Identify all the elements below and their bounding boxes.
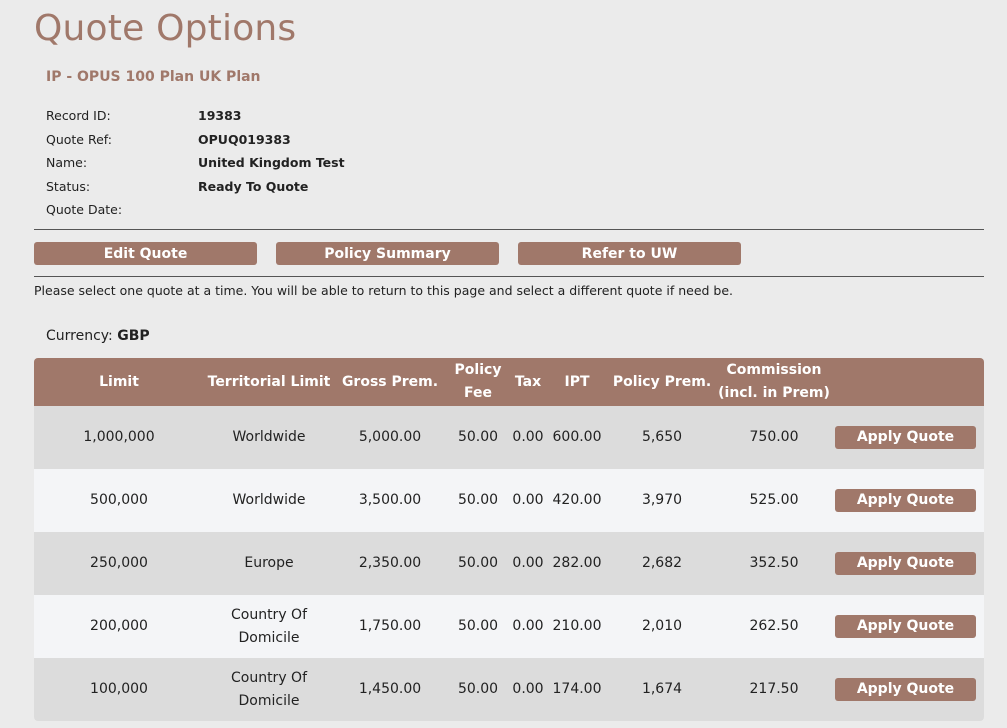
cell-gross-prem: 1,750.00 [358, 618, 422, 634]
cell-commission: 750.00 [749, 429, 799, 445]
cell-action: Apply Quote [832, 426, 984, 449]
instructions-text: Please select one quote at a time. You w… [34, 283, 734, 298]
cell-policy-prem: 2,010 [641, 618, 683, 634]
page-title: Quote Options [34, 8, 297, 49]
apply-quote-button[interactable]: Apply Quote [835, 552, 976, 575]
detail-row-quote-date: Quote Date: [46, 198, 345, 222]
detail-label: Quote Ref: [46, 131, 112, 147]
table-row: 100,000 Country Of Domicile 1,450.00 50.… [34, 658, 984, 721]
cell-gross-prem: 1,450.00 [358, 681, 422, 697]
quote-details: Record ID: 19383 Quote Ref: OPUQ019383 N… [46, 104, 345, 222]
cell-policy-fee: 50.00 [457, 681, 499, 697]
cell-tax: 0.00 [512, 555, 544, 571]
divider [34, 229, 984, 230]
detail-row-name: Name: United Kingdom Test [46, 151, 345, 175]
cell-gross-prem: 3,500.00 [358, 492, 422, 508]
cell-tax: 0.00 [512, 681, 544, 697]
cell-ipt: 420.00 [552, 492, 602, 508]
table-row: 200,000 Country Of Domicile 1,750.00 50.… [34, 595, 984, 658]
cell-policy-fee: 50.00 [457, 492, 499, 508]
cell-commission: 217.50 [749, 681, 799, 697]
cell-ipt: 174.00 [552, 681, 602, 697]
table-row: 1,000,000 Worldwide 5,000.00 50.00 0.00 … [34, 406, 984, 469]
cell-ipt: 210.00 [552, 618, 602, 634]
header-limit: Limit [99, 373, 139, 390]
cell-territorial-limit: Country Of Domicile [230, 669, 307, 709]
currency-value: GBP [117, 328, 150, 344]
cell-ipt: 600.00 [552, 429, 602, 445]
currency-label: Currency: [46, 328, 113, 344]
edit-quote-button[interactable]: Edit Quote [34, 242, 257, 265]
detail-row-quote-ref: Quote Ref: OPUQ019383 [46, 128, 345, 152]
cell-limit: 500,000 [90, 492, 148, 508]
cell-territorial-limit: Worldwide [232, 429, 306, 445]
refer-to-uw-button[interactable]: Refer to UW [518, 242, 741, 265]
cell-commission: 525.00 [749, 492, 799, 508]
detail-row-status: Status: Ready To Quote [46, 175, 345, 199]
plan-subtitle: IP - OPUS 100 Plan UK Plan [46, 69, 261, 85]
detail-value: OPUQ019383 [198, 131, 291, 147]
cell-tax: 0.00 [512, 492, 544, 508]
cell-action: Apply Quote [832, 678, 984, 701]
detail-value: Ready To Quote [198, 178, 309, 194]
cell-policy-fee: 50.00 [457, 555, 499, 571]
cell-territorial-limit: Worldwide [232, 492, 306, 508]
header-gross-prem: Gross Prem. [341, 373, 439, 390]
cell-policy-prem: 2,682 [641, 555, 683, 571]
cell-limit: 200,000 [90, 618, 148, 634]
apply-quote-button[interactable]: Apply Quote [835, 426, 976, 449]
cell-limit: 250,000 [90, 555, 148, 571]
header-tax: Tax [514, 373, 542, 390]
detail-row-record-id: Record ID: 19383 [46, 104, 345, 128]
cell-territorial-limit: Country Of Domicile [230, 606, 307, 646]
detail-label: Status: [46, 178, 91, 194]
cell-limit: 1,000,000 [83, 429, 155, 445]
detail-value: 19383 [198, 108, 242, 124]
cell-policy-fee: 50.00 [457, 618, 499, 634]
cell-tax: 0.00 [512, 618, 544, 634]
cell-ipt: 282.00 [552, 555, 602, 571]
cell-action: Apply Quote [832, 489, 984, 512]
apply-quote-button[interactable]: Apply Quote [835, 489, 976, 512]
cell-policy-fee: 50.00 [457, 429, 499, 445]
currency-info: Currency: GBP [46, 328, 150, 344]
detail-label: Record ID: [46, 108, 111, 124]
cell-tax: 0.00 [512, 429, 544, 445]
detail-label: Quote Date: [46, 202, 123, 218]
cell-commission: 262.50 [749, 618, 799, 634]
cell-policy-prem: 1,674 [641, 681, 683, 697]
header-commission: Commission (incl. in Prem) [718, 362, 830, 401]
detail-label: Name: [46, 155, 88, 171]
header-policy-fee: Policy Fee [454, 362, 502, 401]
quote-options-table: Limit Territorial Limit Gross Prem. Poli… [34, 358, 984, 721]
action-bar: Edit Quote Policy Summary Refer to UW [34, 242, 760, 265]
table-row: 250,000 Europe 2,350.00 50.00 0.00 282.0… [34, 532, 984, 595]
cell-gross-prem: 5,000.00 [358, 429, 422, 445]
cell-territorial-limit: Europe [244, 555, 294, 571]
divider [34, 276, 984, 277]
header-policy-prem: Policy Prem. [612, 373, 712, 390]
header-ipt: IPT [564, 373, 590, 390]
table-row: 500,000 Worldwide 3,500.00 50.00 0.00 42… [34, 469, 984, 532]
table-header: Limit Territorial Limit Gross Prem. Poli… [34, 358, 984, 406]
cell-policy-prem: 5,650 [641, 429, 683, 445]
cell-action: Apply Quote [832, 615, 984, 638]
cell-commission: 352.50 [749, 555, 799, 571]
apply-quote-button[interactable]: Apply Quote [835, 678, 976, 701]
cell-gross-prem: 2,350.00 [358, 555, 422, 571]
policy-summary-button[interactable]: Policy Summary [276, 242, 499, 265]
detail-value: United Kingdom Test [198, 155, 345, 171]
cell-limit: 100,000 [90, 681, 148, 697]
header-territorial-limit: Territorial Limit [207, 373, 331, 390]
cell-policy-prem: 3,970 [641, 492, 683, 508]
apply-quote-button[interactable]: Apply Quote [835, 615, 976, 638]
cell-action: Apply Quote [832, 552, 984, 575]
